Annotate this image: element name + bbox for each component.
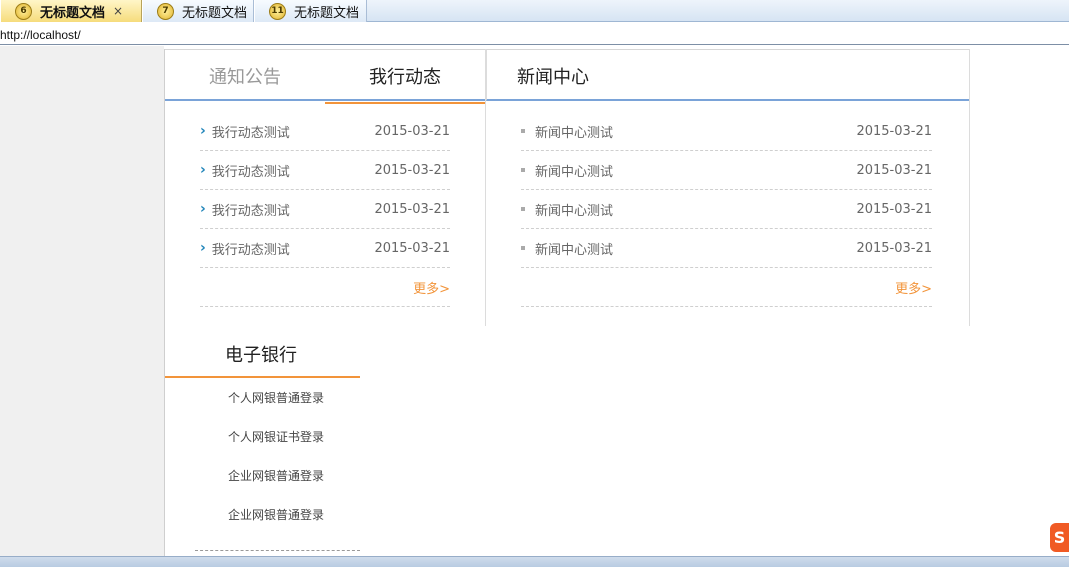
browser-tab-1[interactable]: 6 无标题文档 × (0, 0, 142, 22)
list-item[interactable]: › 我行动态测试 2015-03-21 (200, 190, 450, 229)
bank-news-box: 通知公告 我行动态 › 我行动态测试 2015-03-21 › 我行动态测试 201… (165, 49, 486, 326)
list-item[interactable]: 新闻中心测试 2015-03-21 (521, 229, 932, 268)
browser-tab-strip: 6 无标题文档 × 7 无标题文档 11 无标题文档 (0, 0, 1069, 22)
list-item[interactable]: 新闻中心测试 2015-03-21 (521, 190, 932, 229)
ebank-box: 电子银行 个人网银普通登录 个人网银证书登录 企业网银普通登录 企业网银普通登录 (165, 326, 360, 556)
news-center-title: 新闻中心 (486, 49, 969, 101)
news-center-box: 新闻中心 新闻中心测试 2015-03-21 新闻中心测试 2015-03-21… (486, 49, 970, 326)
item-title: 新闻中心测试 (535, 125, 614, 141)
sogou-ime-icon[interactable]: S (1050, 523, 1069, 552)
item-title: 我行动态测试 (211, 164, 290, 180)
more-link[interactable]: 更多> (895, 278, 932, 297)
bank-news-list: › 我行动态测试 2015-03-21 › 我行动态测试 2015-03-21 › 我… (200, 112, 450, 307)
ebank-link[interactable]: 企业网银普通登录 (165, 495, 360, 534)
browser-tab-2[interactable]: 7 无标题文档 (142, 0, 254, 22)
chevron-right-icon: › (200, 201, 206, 217)
list-item[interactable]: › 我行动态测试 2015-03-21 (200, 229, 450, 268)
tab-notices[interactable]: 通知公告 (165, 50, 325, 102)
more-row: 更多> (521, 268, 932, 307)
item-title: 新闻中心测试 (535, 242, 614, 258)
list-item[interactable]: 新闻中心测试 2015-03-21 (521, 151, 932, 190)
ebank-link[interactable]: 企业网银普通登录 (165, 456, 360, 495)
news-center-list: 新闻中心测试 2015-03-21 新闻中心测试 2015-03-21 新闻中心… (521, 112, 932, 307)
item-title: 新闻中心测试 (535, 203, 614, 219)
item-title: 新闻中心测试 (535, 164, 614, 180)
tab-number-icon: 11 (269, 2, 286, 20)
chevron-right-icon: › (200, 123, 206, 139)
item-date: 2015-03-21 (856, 201, 932, 217)
tab-label: 无标题文档 (40, 5, 106, 21)
item-date: 2015-03-21 (374, 123, 450, 139)
item-date: 2015-03-21 (374, 201, 450, 217)
bullet-icon (521, 168, 525, 172)
bullet-icon (521, 129, 525, 133)
list-item[interactable]: › 我行动态测试 2015-03-21 (200, 112, 450, 151)
chevron-right-icon: › (200, 240, 206, 256)
page-content: 通知公告 我行动态 › 我行动态测试 2015-03-21 › 我行动态测试 201… (0, 46, 1069, 556)
divider (195, 550, 360, 551)
address-bar[interactable]: http://localhost/ (0, 23, 1069, 45)
item-date: 2015-03-21 (856, 123, 932, 139)
item-title: 我行动态测试 (211, 125, 290, 141)
bullet-icon (521, 207, 525, 211)
item-title: 我行动态测试 (211, 242, 290, 258)
chevron-right-icon: › (200, 162, 206, 178)
tab-number-icon: 6 (15, 2, 32, 20)
browser-tab-3[interactable]: 11 无标题文档 (254, 0, 367, 22)
tab-number-icon: 7 (157, 2, 174, 20)
more-link[interactable]: 更多> (413, 278, 450, 297)
item-date: 2015-03-21 (856, 240, 932, 256)
status-bar (0, 556, 1069, 567)
bullet-icon (521, 246, 525, 250)
ebank-link[interactable]: 个人网银普通登录 (165, 378, 360, 417)
ebank-link[interactable]: 个人网银证书登录 (165, 417, 360, 456)
bank-news-tabs: 通知公告 我行动态 (165, 49, 485, 104)
tab-bank-news[interactable]: 我行动态 (325, 50, 485, 104)
item-date: 2015-03-21 (374, 162, 450, 178)
item-date: 2015-03-21 (374, 240, 450, 256)
tab-label: 无标题文档 (182, 5, 248, 21)
close-icon[interactable]: × (113, 4, 123, 18)
main-container: 通知公告 我行动态 › 我行动态测试 2015-03-21 › 我行动态测试 201… (164, 49, 970, 556)
list-item[interactable]: › 我行动态测试 2015-03-21 (200, 151, 450, 190)
item-date: 2015-03-21 (856, 162, 932, 178)
list-item[interactable]: 新闻中心测试 2015-03-21 (521, 112, 932, 151)
more-row: 更多> (200, 268, 450, 307)
item-title: 我行动态测试 (211, 203, 290, 219)
tab-label: 无标题文档 (294, 5, 360, 21)
left-gutter (0, 46, 164, 556)
ebank-title: 电子银行 (165, 326, 360, 378)
